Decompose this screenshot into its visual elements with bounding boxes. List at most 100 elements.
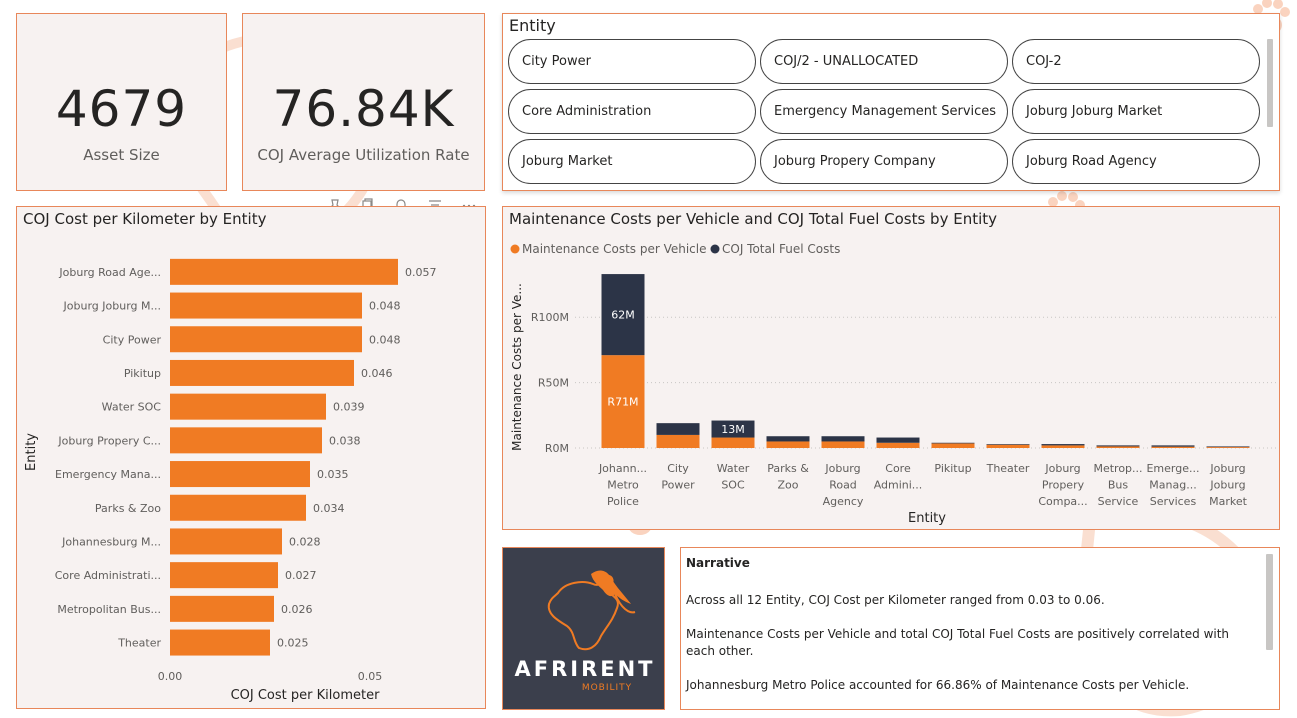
data-label: 0.034 — [313, 502, 345, 515]
narrative-paragraph: Maintenance Costs per Vehicle and total … — [686, 627, 1230, 658]
legend-marker — [710, 244, 720, 254]
narrative-panel[interactable]: Narrative Across all 12 Entity, COJ Cost… — [680, 547, 1280, 710]
cheetah-icon — [591, 570, 631, 604]
data-label: 0.035 — [317, 468, 349, 481]
slicer-item[interactable]: Joburg Market — [508, 139, 756, 184]
kpi-card-asset-size[interactable]: 4679 Asset Size — [16, 13, 227, 191]
data-label: 0.048 — [369, 300, 401, 313]
legend-marker — [510, 244, 520, 254]
bar[interactable] — [170, 494, 306, 521]
category-label: Core Administrati... — [55, 569, 161, 582]
cost-per-km-chart: Joburg Road Age... 0.057 Joburg Joburg M..… — [24, 258, 437, 703]
category-label: Theater — [986, 462, 1030, 475]
category-label: SOC — [721, 479, 745, 492]
data-label: 13M — [721, 423, 745, 436]
bar-maintenance[interactable] — [1041, 445, 1085, 448]
legend-label: Maintenance Costs per Vehicle — [522, 242, 707, 256]
bar-fuel[interactable] — [876, 437, 920, 443]
bar-maintenance[interactable] — [1151, 446, 1195, 448]
narrative-paragraph: Johannesburg Metro Police accounted for … — [686, 678, 1190, 692]
bar-fuel[interactable] — [1041, 444, 1085, 446]
category-label: Joburg — [824, 462, 860, 475]
data-label: 0.039 — [333, 401, 365, 414]
chart-legend: Maintenance Costs per Vehicle COJ Total F… — [510, 242, 840, 256]
bar-maintenance[interactable] — [766, 441, 810, 448]
y-tick-label: R50M — [538, 377, 569, 390]
category-label: Metro — [607, 479, 639, 492]
bar-fuel[interactable] — [986, 444, 1030, 445]
bar[interactable] — [170, 359, 354, 386]
legend-label: COJ Total Fuel Costs — [722, 242, 840, 256]
slicer-scrollbar[interactable] — [1267, 39, 1273, 127]
slicer-item[interactable]: COJ/2 - UNALLOCATED — [760, 39, 1008, 84]
data-label: 0.057 — [405, 266, 437, 279]
slicer-item[interactable]: COJ-2 — [1012, 39, 1260, 84]
kpi-card-utilization[interactable]: 76.84K COJ Average Utilization Rate — [242, 13, 485, 191]
maintenance-fuel-chart-panel[interactable]: Maintenance Costs per Vehicle and COJ To… — [502, 206, 1280, 530]
bar-maintenance[interactable] — [986, 444, 1030, 448]
slicer-item[interactable]: Joburg Road Agency — [1012, 139, 1260, 184]
category-label: Service — [1098, 495, 1139, 508]
bar-fuel[interactable] — [821, 436, 865, 442]
bar-maintenance[interactable] — [1096, 446, 1140, 448]
bar-fuel[interactable] — [766, 436, 810, 442]
kpi-label: COJ Average Utilization Rate — [257, 146, 470, 164]
category-label: City Power — [103, 333, 162, 346]
category-label: Zoo — [778, 479, 799, 492]
afrirent-logo: AFRIRENT MOBILITY — [515, 570, 656, 693]
category-label: Water — [717, 462, 750, 475]
narrative-scrollbar[interactable] — [1266, 554, 1273, 650]
bar[interactable] — [170, 427, 322, 454]
cost-per-km-chart-panel[interactable]: COJ Cost per Kilometer by Entity Joburg … — [16, 206, 486, 709]
bar-maintenance[interactable] — [876, 442, 920, 448]
afrirent-logo-tile: AFRIRENT MOBILITY — [502, 547, 665, 710]
slicer-item[interactable]: Joburg Joburg Market — [1012, 89, 1260, 134]
bar[interactable] — [170, 258, 398, 285]
category-label: Admini... — [874, 479, 923, 492]
bar[interactable] — [170, 393, 326, 420]
category-label: Joburg Road Age... — [58, 266, 161, 279]
category-label: Emerge... — [1146, 462, 1199, 475]
x-axis-title: Entity — [908, 511, 946, 526]
category-label: Parks & Zoo — [95, 502, 161, 515]
bar-maintenance[interactable] — [821, 441, 865, 448]
category-label: Theater — [117, 637, 161, 650]
bar[interactable] — [170, 629, 270, 656]
category-label: Joburg Propery C... — [57, 434, 161, 447]
slicer-item[interactable]: City Power — [508, 39, 756, 84]
bar-fuel[interactable] — [656, 423, 700, 435]
slicer-item[interactable]: Emergency Management Services — [760, 89, 1008, 134]
narrative-body: Across all 12 Entity, COJ Cost per Kilom… — [686, 592, 1258, 694]
category-label: Bus — [1108, 479, 1129, 492]
bar-fuel[interactable] — [931, 442, 975, 444]
category-label: Joburg — [1044, 462, 1080, 475]
category-label: Propery — [1042, 479, 1085, 492]
category-label: Police — [607, 495, 639, 508]
slicer-item[interactable]: Joburg Propery Company — [760, 139, 1008, 184]
bar-fuel[interactable] — [1151, 445, 1195, 447]
data-label: 0.026 — [281, 603, 313, 616]
bar-maintenance[interactable] — [656, 434, 700, 448]
data-label: 0.046 — [361, 367, 393, 380]
bar-maintenance[interactable] — [711, 437, 755, 448]
bar-maintenance[interactable] — [1206, 447, 1250, 448]
category-label: Joburg — [1209, 462, 1245, 475]
category-label: Metropolitan Bus... — [57, 603, 161, 616]
logo-name: AFRIRENT — [515, 657, 656, 681]
bar-fuel[interactable] — [1096, 445, 1140, 447]
bar-fuel[interactable] — [1206, 446, 1250, 448]
x-tick-label: 0.00 — [158, 670, 183, 683]
category-label: Parks & — [767, 462, 809, 475]
bar-maintenance[interactable] — [931, 443, 975, 448]
category-label: Market — [1209, 495, 1247, 508]
bar[interactable] — [170, 562, 278, 589]
bar[interactable] — [170, 461, 310, 488]
slicer-item[interactable]: Core Administration — [508, 89, 756, 134]
bar[interactable] — [170, 528, 282, 555]
data-label: 0.028 — [289, 535, 321, 548]
bar[interactable] — [170, 292, 362, 319]
kpi-label: Asset Size — [83, 146, 160, 164]
bar[interactable] — [170, 595, 274, 622]
bar[interactable] — [170, 326, 362, 353]
y-axis-title: Entity — [24, 433, 39, 471]
